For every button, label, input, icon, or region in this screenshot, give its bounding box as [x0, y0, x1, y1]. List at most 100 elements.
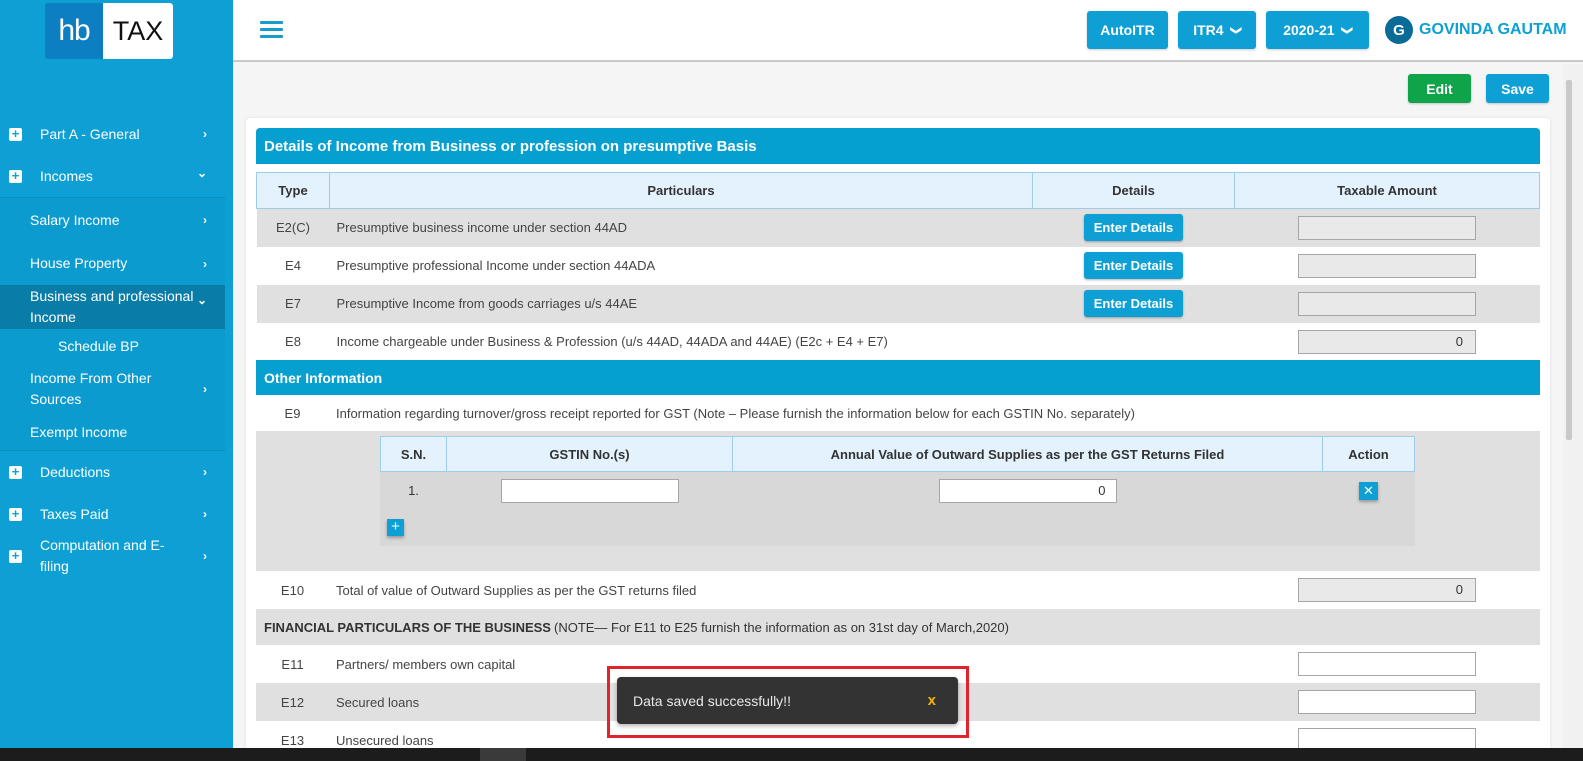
e10-row: E10 Total of value of Outward Supplies a…	[256, 571, 1540, 609]
taxable-amount-field[interactable]	[1298, 253, 1476, 278]
chevron-right-icon: ›	[203, 507, 207, 521]
delete-row-button[interactable]: ✕	[1359, 481, 1378, 500]
e9-row: E9 Information regarding turnover/gross …	[256, 395, 1540, 431]
annual-value-input[interactable]: 0	[938, 478, 1117, 503]
row-type: E8	[285, 334, 301, 349]
row-particular: Partners/ members own capital	[336, 656, 516, 672]
logo-tax: TAX	[103, 3, 173, 59]
chevron-right-icon: ›	[203, 127, 207, 141]
sidebar-item-computation-efiling[interactable]: + Computation and E-filing ›	[0, 535, 225, 577]
row-type: E13	[280, 732, 305, 748]
sidebar-nav: + Part A - General › + Incomes ⌄ Salary …	[0, 113, 225, 577]
row-particular: Unsecured loans	[336, 732, 434, 748]
chevron-down-icon: ⌄	[196, 166, 207, 180]
sidebar-item-house-property[interactable]: House Property ›	[0, 242, 225, 285]
table-row: E8 Income chargeable under Business & Pr…	[256, 322, 1540, 361]
user-menu[interactable]: G GOVINDA GAUTAM	[1385, 16, 1567, 44]
financial-title: FINANCIAL PARTICULARS OF THE BUSINESS	[264, 619, 551, 635]
enter-details-button[interactable]: Enter Details	[1083, 214, 1184, 242]
add-row-button[interactable]: +	[387, 519, 404, 536]
chevron-down-icon: ❯	[1340, 25, 1353, 35]
bottom-bar-segment	[480, 748, 526, 761]
plus-square-icon: +	[9, 169, 22, 183]
save-button[interactable]: Save	[1486, 74, 1549, 103]
avatar: G	[1385, 16, 1413, 44]
column-header-details: Details	[1032, 172, 1235, 209]
row-particular: Presumptive business income under sectio…	[336, 220, 627, 236]
chevron-right-icon: ›	[203, 465, 207, 479]
assessment-year-dropdown[interactable]: 2020-21 ❯	[1266, 11, 1369, 49]
sidebar-item-label: Deductions	[40, 463, 111, 480]
sidebar: hb TAX + Part A - General › + Incomes ⌄ …	[0, 0, 233, 752]
row-particular: Presumptive Income from goods carriages …	[336, 296, 638, 311]
column-header-gstin: GSTIN No.(s)	[446, 436, 733, 472]
plus-square-icon: +	[9, 465, 22, 479]
row-particular: Secured loans	[336, 694, 420, 710]
row-type: E4	[285, 258, 301, 273]
sidebar-item-label: Income From Other Sources	[30, 370, 152, 407]
sidebar-item-income-other-sources[interactable]: Income From Other Sources ›	[0, 363, 225, 415]
sidebar-item-label: Incomes	[40, 167, 93, 184]
itr-form-dropdown[interactable]: ITR4 ❯	[1178, 11, 1256, 49]
sidebar-item-label: Computation and E-filing	[40, 537, 165, 574]
row-sn: 1.	[408, 483, 419, 499]
sidebar-item-label: Schedule BP	[58, 337, 139, 354]
itr-form-value: ITR4	[1193, 22, 1224, 38]
autoitr-label: AutoITR	[1100, 22, 1155, 38]
plus-square-icon: +	[9, 127, 22, 141]
hbtax-logo[interactable]: hb TAX	[45, 3, 173, 59]
sidebar-item-taxes-paid[interactable]: + Taxes Paid ›	[0, 493, 225, 535]
column-header-action: Action	[1322, 436, 1415, 472]
taxable-amount-field[interactable]	[1298, 291, 1476, 316]
taxable-amount-field[interactable]	[1298, 215, 1476, 240]
toast-close-button[interactable]: x	[928, 692, 936, 709]
table-row: 1. 0 ✕	[381, 472, 1415, 510]
bottom-bar	[0, 748, 1583, 761]
sidebar-item-label: Salary Income	[30, 211, 120, 228]
presumptive-income-table: Type Particulars Details Taxable Amount …	[256, 172, 1540, 361]
sidebar-item-salary-income[interactable]: Salary Income ›	[0, 198, 225, 242]
financial-note: (NOTE— For E11 to E25 furnish the inform…	[553, 619, 1009, 635]
sidebar-item-schedule-bp[interactable]: Schedule BP	[0, 329, 225, 363]
chevron-right-icon: ›	[203, 213, 207, 227]
logo-hb: hb	[45, 3, 103, 59]
chevron-right-icon: ›	[203, 549, 207, 563]
row-type: E7	[285, 296, 301, 311]
sidebar-item-label: Part A - General	[40, 125, 140, 142]
sidebar-item-incomes[interactable]: + Incomes ⌄	[0, 155, 225, 197]
secured-loans-field[interactable]	[1298, 690, 1476, 714]
enter-details-button[interactable]: Enter Details	[1083, 290, 1184, 317]
sidebar-item-exempt-income[interactable]: Exempt Income	[0, 415, 225, 450]
section-title-presumptive: Details of Income from Business or profe…	[256, 128, 1540, 164]
row-type: E9	[284, 405, 301, 421]
taxable-amount-field[interactable]: 0	[1298, 329, 1476, 354]
sidebar-item-deductions[interactable]: + Deductions ›	[0, 451, 225, 493]
row-type: E2(C)	[276, 220, 310, 236]
sidebar-item-label: Business and professional Income	[30, 288, 194, 325]
table-row: E7 Presumptive Income from goods carriag…	[256, 284, 1540, 323]
row-particular: Income chargeable under Business & Profe…	[336, 334, 888, 349]
column-header-annual-value: Annual Value of Outward Supplies as per …	[732, 436, 1323, 472]
sidebar-item-business-professional-income[interactable]: Business and professional Income ⌄	[0, 285, 225, 329]
table-row: E4 Presumptive professional Income under…	[256, 246, 1540, 285]
scrollbar-thumb[interactable]	[1566, 80, 1572, 440]
plus-square-icon: +	[9, 549, 22, 563]
gstin-input[interactable]	[500, 478, 679, 503]
chevron-down-icon: ❯	[1229, 25, 1242, 35]
incomes-submenu: Salary Income › House Property › Busines…	[0, 197, 225, 451]
edit-button[interactable]: Edit	[1408, 74, 1471, 103]
success-toast: Data saved successfully!! x	[617, 677, 958, 724]
plus-square-icon: +	[9, 507, 22, 521]
enter-details-button[interactable]: Enter Details	[1083, 252, 1184, 279]
table-row: E2(C) Presumptive business income under …	[256, 208, 1540, 247]
row-particular: Information regarding turnover/gross rec…	[336, 405, 1135, 421]
hamburger-menu-icon[interactable]	[260, 21, 283, 38]
form-card: Details of Income from Business or profe…	[246, 118, 1550, 758]
column-header-type: Type	[256, 172, 330, 209]
row-particular: Total of value of Outward Supplies as pe…	[336, 582, 697, 598]
total-outward-supplies-field[interactable]: 0	[1298, 578, 1476, 602]
chevron-right-icon: ›	[203, 256, 207, 271]
autoitr-button[interactable]: AutoITR	[1087, 11, 1168, 49]
sidebar-item-part-a-general[interactable]: + Part A - General ›	[0, 113, 225, 155]
partners-capital-field[interactable]	[1298, 652, 1476, 676]
